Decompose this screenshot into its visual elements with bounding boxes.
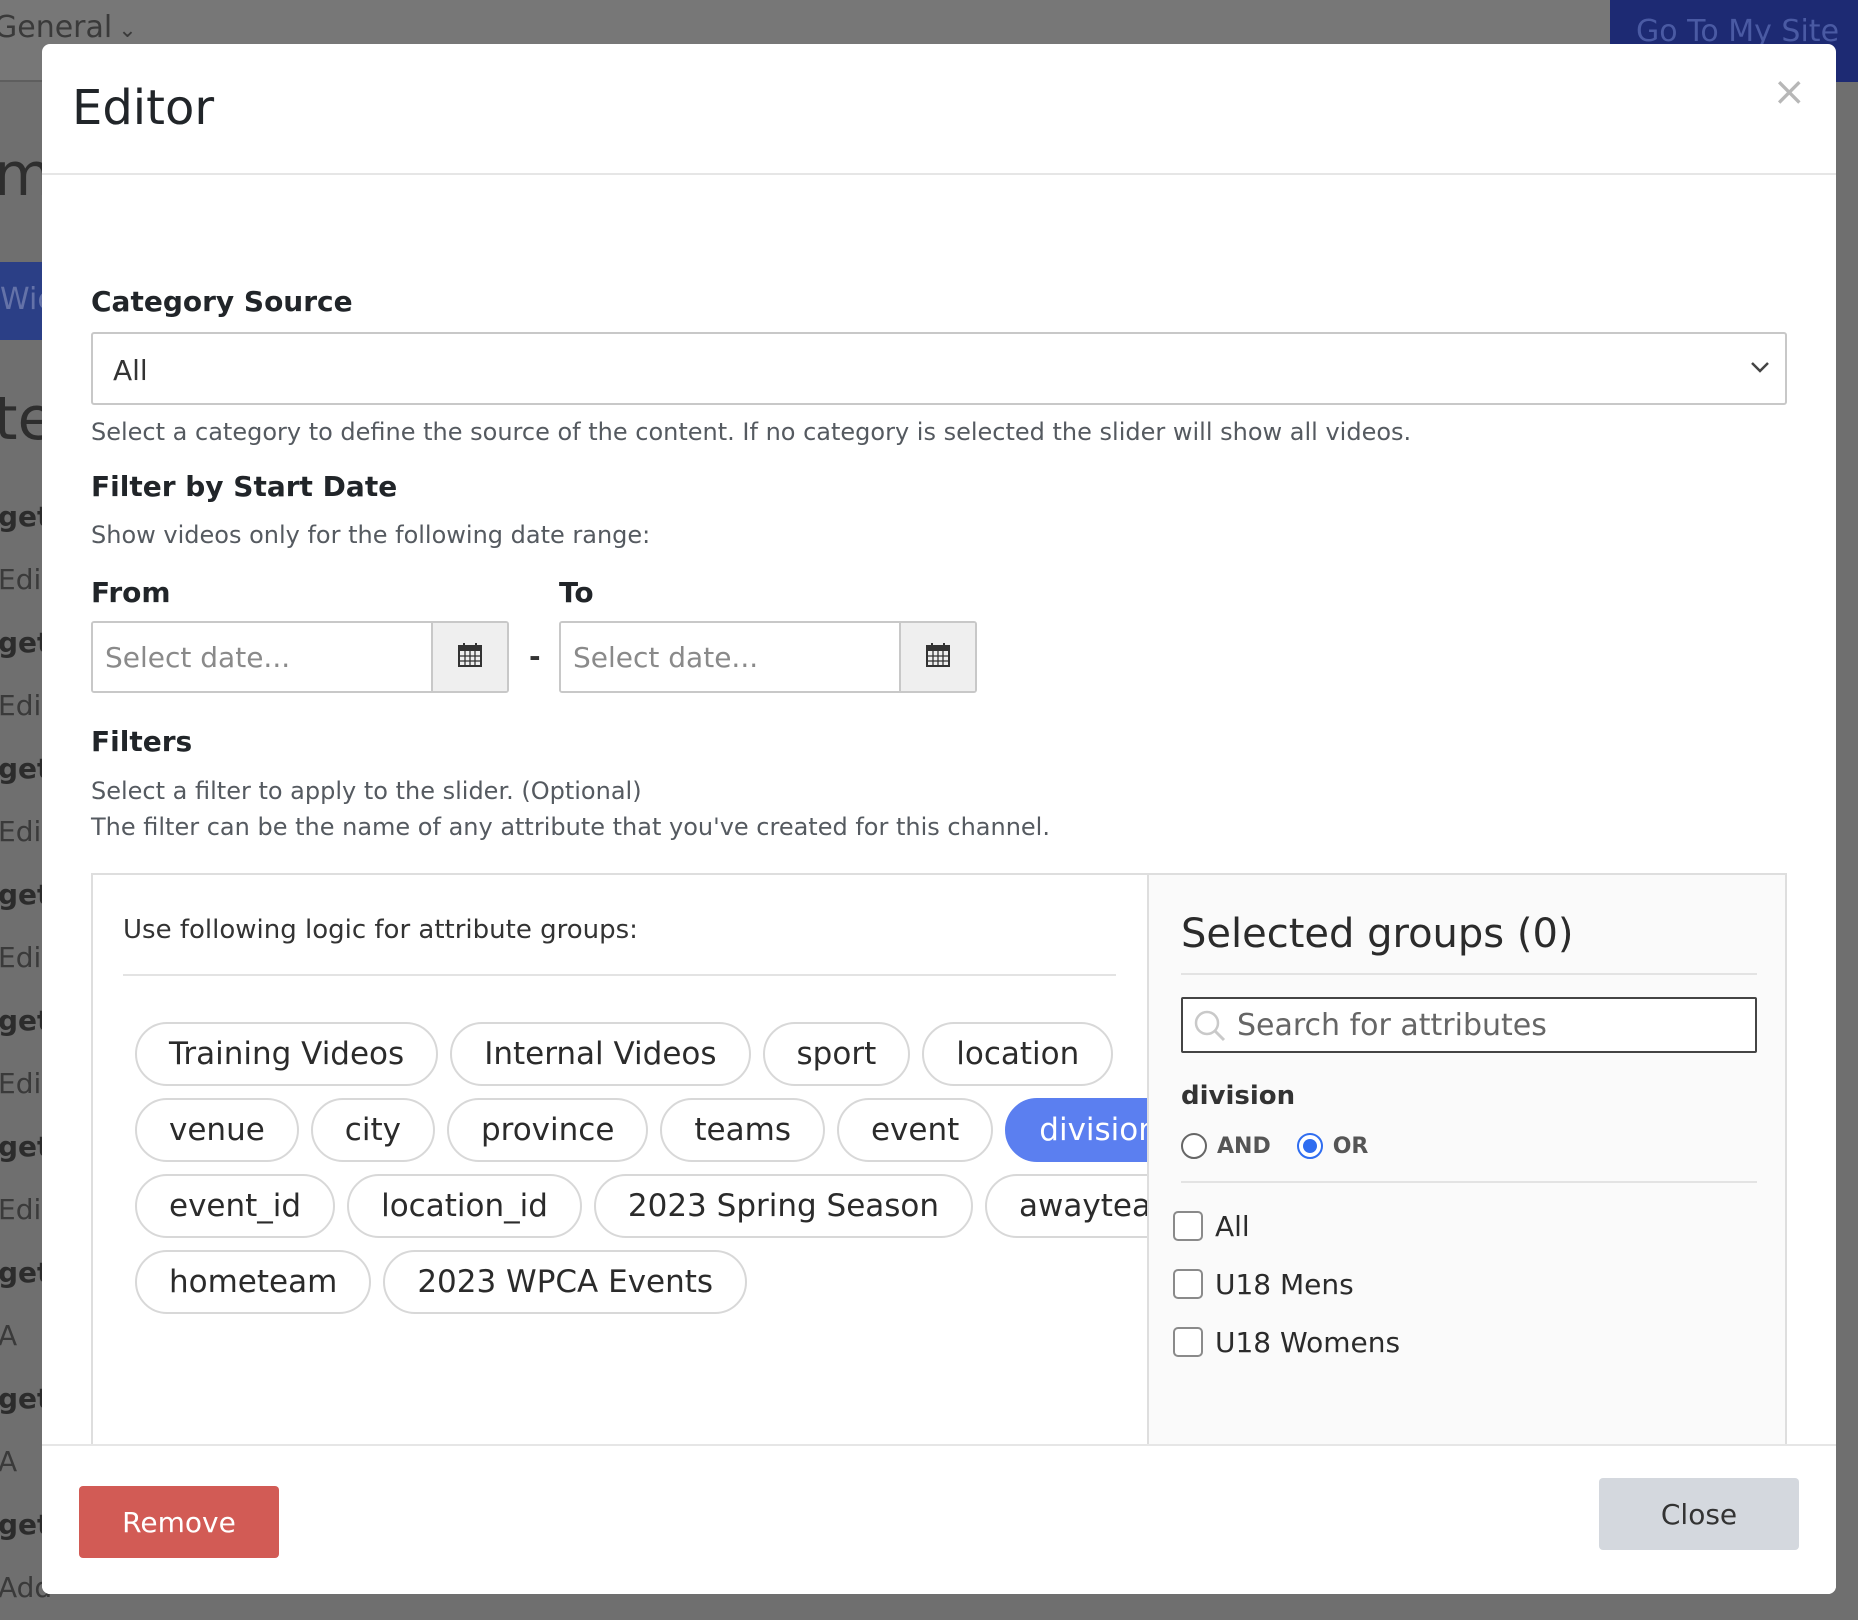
background-row: A xyxy=(0,1319,18,1352)
divider xyxy=(1181,1181,1757,1183)
and-radio-label[interactable]: AND xyxy=(1217,1134,1271,1159)
filters-label: Filters xyxy=(91,725,193,758)
attribute-search-box xyxy=(1181,997,1757,1053)
attribute-chip[interactable]: location xyxy=(922,1022,1114,1086)
background-row: A xyxy=(0,1445,18,1478)
attribute-chip[interactable]: hometeam xyxy=(135,1250,372,1314)
attribute-chip[interactable]: sport xyxy=(762,1022,911,1086)
divider xyxy=(1181,973,1757,975)
from-calendar-button[interactable] xyxy=(431,623,507,691)
attribute-chip[interactable]: event_id xyxy=(135,1174,336,1238)
calendar-icon xyxy=(456,641,484,673)
option-all[interactable]: All xyxy=(1173,1197,1400,1255)
group-logic-radios: AND OR xyxy=(1181,1133,1384,1159)
chip-row: Training Videos Internal Videos sport locat… xyxy=(135,1022,1135,1086)
selected-groups-title: Selected groups (0) xyxy=(1181,911,1574,957)
date-range-separator: - xyxy=(529,640,541,673)
background-row: Edi xyxy=(0,1067,42,1100)
filters-help-line1: Select a filter to apply to the slider. … xyxy=(91,777,642,805)
checkbox[interactable] xyxy=(1173,1269,1203,1299)
to-date-input[interactable] xyxy=(561,623,901,691)
to-calendar-button[interactable] xyxy=(899,623,975,691)
option-label[interactable]: U18 Womens xyxy=(1215,1326,1400,1359)
background-row: Edi xyxy=(0,941,42,974)
or-radio[interactable] xyxy=(1296,1133,1323,1159)
to-label: To xyxy=(559,576,594,609)
attribute-chip[interactable]: Training Videos xyxy=(135,1022,439,1086)
calendar-icon xyxy=(924,641,952,673)
attribute-chip[interactable]: province xyxy=(446,1098,649,1162)
to-date-group xyxy=(559,621,977,693)
checkbox[interactable] xyxy=(1173,1327,1203,1357)
from-label: From xyxy=(91,576,171,609)
group-name: division xyxy=(1181,1081,1296,1111)
from-date-input[interactable] xyxy=(93,623,433,691)
search-icon xyxy=(1193,1009,1227,1047)
filters-help-line2: The filter can be the name of any attrib… xyxy=(91,813,1050,841)
group-options-list: All U18 Mens U18 Womens xyxy=(1173,1197,1400,1371)
attribute-chip[interactable]: teams xyxy=(660,1098,825,1162)
modal-body: Category Source All Select a category to… xyxy=(91,175,1787,1453)
divider xyxy=(123,974,1116,976)
background-row: Edi xyxy=(0,563,42,596)
from-date-group xyxy=(91,621,509,693)
attribute-search-input[interactable] xyxy=(1237,999,1747,1051)
logic-label: Use following logic for attribute groups… xyxy=(123,915,638,945)
attribute-chip[interactable]: event xyxy=(836,1098,994,1162)
attribute-chip-list: Training Videos Internal Videos sport locat… xyxy=(135,1022,1216,1326)
background-nav-dropdown: General ⌄ xyxy=(0,10,137,45)
option-label[interactable]: All xyxy=(1215,1210,1250,1243)
attribute-chip[interactable]: 2023 WPCA Events xyxy=(383,1250,748,1314)
background-row: Edi xyxy=(0,815,42,848)
background-row: Edi xyxy=(0,689,42,722)
selected-groups-panel: Selected groups (0) division AND xyxy=(1147,875,1785,1453)
attribute-chip[interactable]: venue xyxy=(135,1098,299,1162)
date-filter-label: Filter by Start Date xyxy=(91,470,398,503)
attribute-chip[interactable]: city xyxy=(310,1098,435,1162)
editor-modal: Editor × Category Source All Select a ca… xyxy=(42,44,1836,1594)
chip-row: venue city province teams event division xyxy=(135,1098,1192,1162)
close-button[interactable]: Close xyxy=(1599,1478,1799,1550)
chevron-down-icon xyxy=(1747,352,1773,386)
modal-header: Editor × xyxy=(42,44,1836,175)
filters-panel: Use following logic for attribute groups… xyxy=(91,873,1787,1453)
attribute-chip[interactable]: Internal Videos xyxy=(450,1022,751,1086)
option-u18-womens[interactable]: U18 Womens xyxy=(1173,1313,1400,1371)
checkbox[interactable] xyxy=(1173,1211,1203,1241)
close-icon[interactable]: × xyxy=(1772,72,1806,112)
attribute-chip[interactable]: 2023 Spring Season xyxy=(593,1174,974,1238)
remove-button[interactable]: Remove xyxy=(79,1486,279,1558)
attribute-groups-panel: Use following logic for attribute groups… xyxy=(93,875,1216,1453)
attribute-chip[interactable]: location_id xyxy=(347,1174,582,1238)
or-radio-label[interactable]: OR xyxy=(1333,1134,1369,1159)
option-u18-mens[interactable]: U18 Mens xyxy=(1173,1255,1400,1313)
category-source-select[interactable]: All xyxy=(91,332,1787,405)
modal-footer: Remove Close xyxy=(42,1444,1836,1594)
background-nav-label: General xyxy=(0,10,113,45)
background-row: Edi xyxy=(0,1193,42,1226)
modal-title: Editor xyxy=(72,80,215,136)
option-label[interactable]: U18 Mens xyxy=(1215,1268,1354,1301)
category-source-value: All xyxy=(113,354,148,387)
chip-row: hometeam 2023 WPCA Events xyxy=(135,1250,1135,1314)
category-source-label: Category Source xyxy=(91,285,353,318)
and-radio[interactable] xyxy=(1181,1133,1207,1159)
category-source-help: Select a category to define the source o… xyxy=(91,418,1412,446)
chip-row: event_id location_id 2023 Spring Season awa… xyxy=(135,1174,1216,1238)
chevron-down-icon: ⌄ xyxy=(118,18,137,43)
date-filter-help: Show videos only for the following date … xyxy=(91,521,651,549)
